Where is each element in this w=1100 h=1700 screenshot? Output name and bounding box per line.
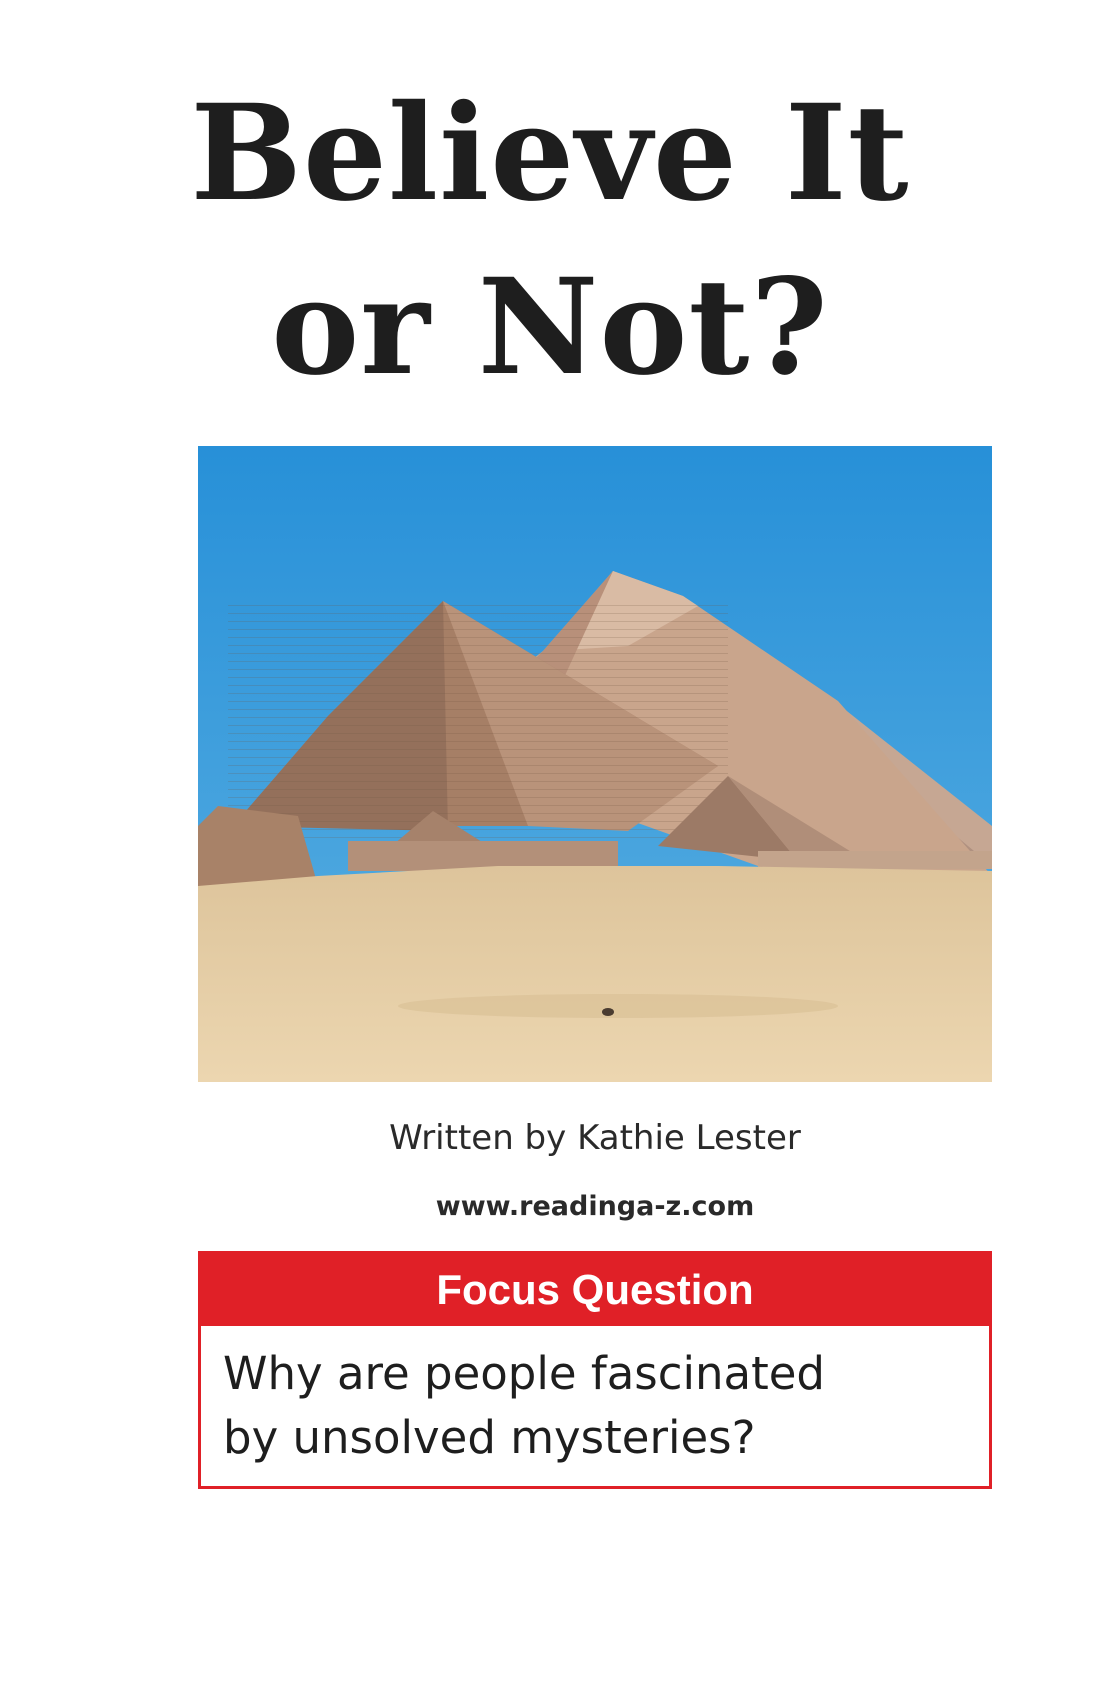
website-url: www.readinga-z.com [435,1191,755,1222]
book-title-line-2: or Not? [271,250,829,405]
pyramids-photo [198,446,992,1082]
author-byline: Written by Kathie Lester [389,1118,801,1158]
focus-question-line-2: by unsolved mysteries? [223,1411,756,1464]
book-title-line-1: Believe It [190,76,910,231]
focus-question-text: Why are people fascinated by unsolved my… [201,1326,989,1470]
focus-question-line-1: Why are people fascinated [223,1347,825,1400]
focus-question-heading: Focus Question [201,1254,989,1326]
focus-question-box: Focus Question Why are people fascinated… [198,1251,992,1489]
